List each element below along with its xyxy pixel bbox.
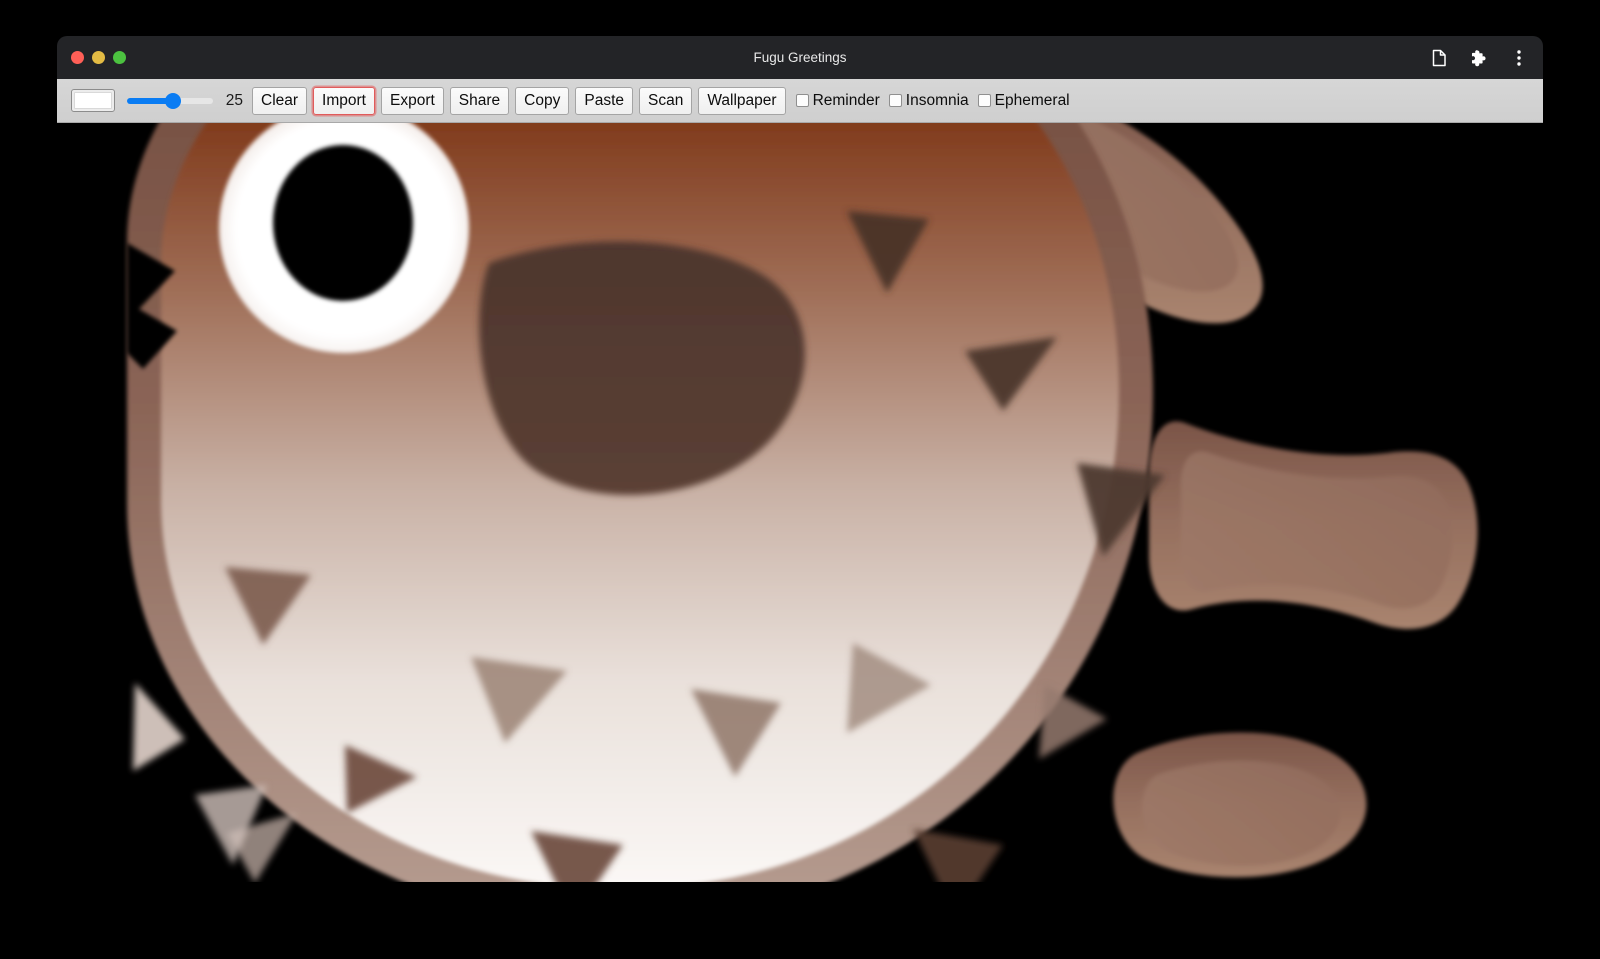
clear-button[interactable]: Clear: [252, 87, 307, 115]
title-bar-actions: [1429, 36, 1529, 79]
minimize-button[interactable]: [92, 51, 105, 64]
line-width-slider[interactable]: [127, 92, 213, 110]
slider-thumb[interactable]: [165, 93, 181, 109]
ephemeral-checkbox[interactable]: Ephemeral: [978, 92, 1070, 110]
app-window: Fugu Greetings: [57, 36, 1543, 882]
close-button[interactable]: [71, 51, 84, 64]
export-button[interactable]: Export: [381, 87, 444, 115]
fugu-illustration: [57, 123, 1543, 882]
import-button[interactable]: Import: [313, 87, 375, 115]
scan-button[interactable]: Scan: [639, 87, 692, 115]
window-title: Fugu Greetings: [57, 36, 1543, 79]
insomnia-checkbox-box[interactable]: [889, 94, 902, 107]
maximize-button[interactable]: [113, 51, 126, 64]
title-bar: Fugu Greetings: [57, 36, 1543, 79]
screen: Fugu Greetings: [0, 0, 1600, 959]
share-button[interactable]: Share: [450, 87, 509, 115]
slider-value-label: 25: [223, 92, 243, 110]
reminder-checkbox[interactable]: Reminder: [796, 92, 880, 110]
ephemeral-checkbox-label: Ephemeral: [995, 92, 1070, 110]
copy-button[interactable]: Copy: [515, 87, 569, 115]
ephemeral-checkbox-box[interactable]: [978, 94, 991, 107]
wallpaper-button[interactable]: Wallpaper: [698, 87, 785, 115]
drawing-canvas[interactable]: [57, 123, 1543, 882]
puzzle-piece-icon[interactable]: [1469, 48, 1489, 68]
paste-button[interactable]: Paste: [575, 87, 633, 115]
color-swatch-preview: [74, 92, 112, 109]
insomnia-checkbox[interactable]: Insomnia: [889, 92, 969, 110]
reminder-checkbox-label: Reminder: [813, 92, 880, 110]
insomnia-checkbox-label: Insomnia: [906, 92, 969, 110]
document-icon[interactable]: [1429, 48, 1449, 68]
app-toolbar: 25 Clear Import Export Share Copy Paste …: [57, 79, 1543, 123]
reminder-checkbox-box[interactable]: [796, 94, 809, 107]
traffic-lights: [71, 51, 126, 64]
color-picker-input[interactable]: [71, 89, 115, 112]
three-dots-vertical-icon[interactable]: [1509, 48, 1529, 68]
